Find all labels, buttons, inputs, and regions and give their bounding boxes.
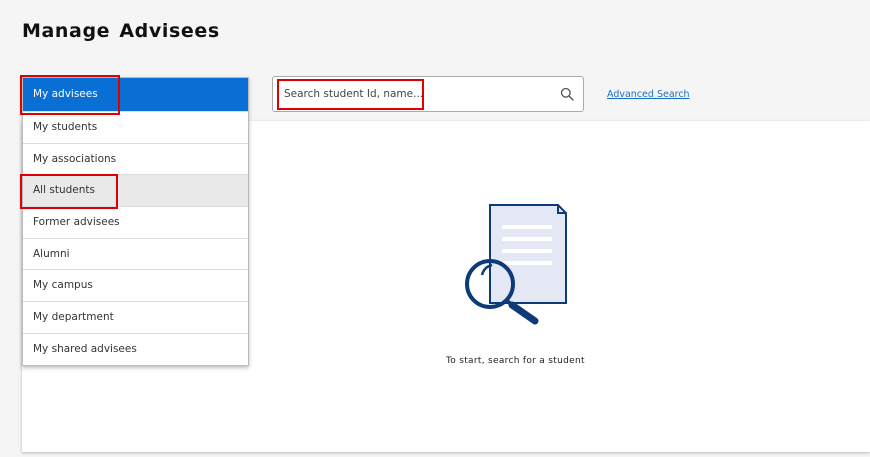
dropdown-option-former-advisees[interactable]: Former advisees: [23, 206, 248, 238]
dropdown-option-all-students[interactable]: All students: [23, 174, 248, 207]
empty-state-message: To start, search for a student: [446, 356, 585, 366]
dropdown-option-my-students[interactable]: My students: [23, 111, 248, 143]
dropdown-option-my-associations[interactable]: My associations: [23, 142, 248, 175]
search-box[interactable]: [272, 76, 584, 112]
page-title: Manage Advisees: [22, 20, 220, 42]
advisee-filter-dropdown[interactable]: My advisees My students My associations …: [22, 77, 249, 366]
search-icon[interactable]: [560, 87, 574, 101]
advanced-search-link[interactable]: Advanced Search: [607, 89, 690, 100]
document-search-icon: [465, 204, 567, 325]
dropdown-option-my-campus[interactable]: My campus: [23, 269, 248, 301]
dropdown-option-my-department[interactable]: My department: [23, 301, 248, 333]
dropdown-option-my-shared-advisees[interactable]: My shared advisees: [23, 332, 248, 365]
dropdown-option-my-advisees[interactable]: My advisees: [23, 78, 248, 111]
dropdown-option-alumni[interactable]: Alumni: [23, 237, 248, 270]
search-input[interactable]: [275, 79, 540, 109]
